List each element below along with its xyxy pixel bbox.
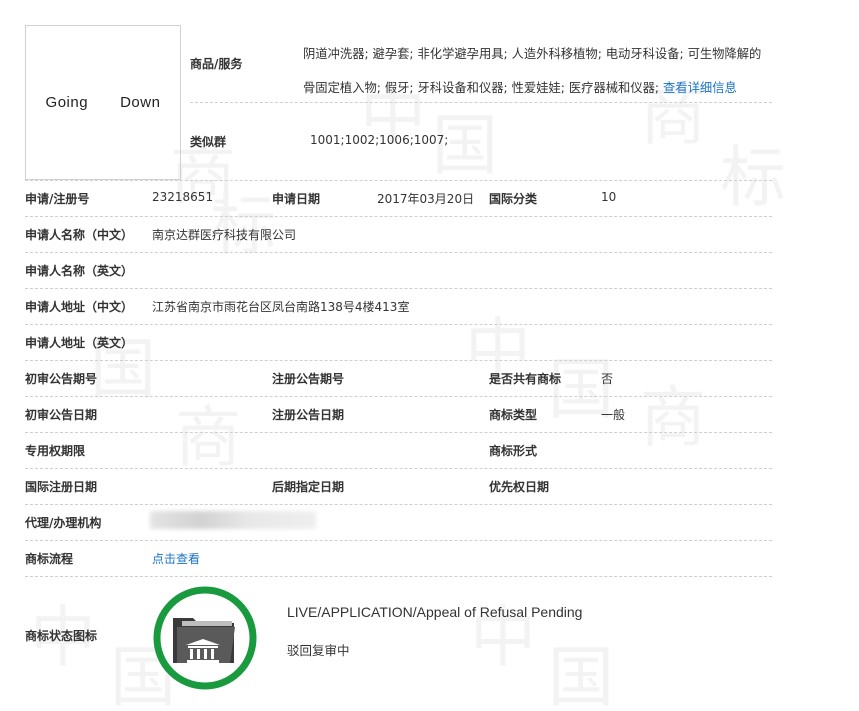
reg-pub-no-label: 注册公告期号: [272, 372, 345, 386]
divider: [25, 216, 772, 217]
reg-pub-date-label: 注册公告日期: [272, 408, 345, 422]
wm-char: 标: [720, 139, 786, 216]
flow-link[interactable]: 点击查看: [152, 550, 200, 567]
shared-label: 是否共有商标: [489, 372, 562, 386]
divider: [25, 252, 772, 253]
divider: [25, 432, 772, 433]
agent-value-redacted: [150, 511, 316, 529]
divider: [25, 396, 772, 397]
trademark-image: Going Down: [25, 25, 181, 180]
applicant-cn-value: 南京达群医疗科技有限公司: [152, 228, 297, 242]
divider: [25, 324, 772, 325]
address-cn-label: 申请人地址（中文）: [25, 300, 134, 314]
wm-char: 国: [548, 639, 614, 711]
prelim-pub-no-label: 初审公告期号: [25, 372, 98, 386]
divider: [25, 576, 772, 577]
status-label: 商标状态图标: [25, 629, 98, 643]
applicant-cn-label: 申请人名称（中文）: [25, 228, 134, 242]
status-cn-text: 驳回复审中: [287, 643, 350, 658]
shared-value: 否: [601, 372, 614, 386]
similar-group-label: 类似群: [190, 135, 227, 149]
reg-no-value: 23218651: [152, 190, 214, 204]
intl-class-value: 10: [601, 190, 617, 204]
divider: [25, 468, 772, 469]
intl-class-label: 国际分类: [489, 192, 538, 206]
status-en-text: LIVE/APPLICATION/Appeal of Refusal Pendi…: [287, 604, 583, 620]
goods-value: 阴道冲洗器; 避孕套; 非化学避孕用具; 人造外科移植物; 电动牙科设备; 可生…: [303, 37, 773, 105]
reg-no-label: 申请/注册号: [25, 192, 90, 206]
divider: [190, 102, 772, 103]
apply-date-label: 申请日期: [272, 192, 321, 206]
trademark-image-text: Going Down: [45, 94, 161, 111]
goods-detail-link[interactable]: 查看详细信息: [663, 81, 737, 95]
applicant-en-label: 申请人名称（英文）: [25, 264, 134, 278]
goods-label: 商品/服务: [190, 57, 243, 71]
priority-date-label: 优先权日期: [489, 480, 550, 494]
flow-label: 商标流程: [25, 552, 74, 566]
divider: [25, 288, 772, 289]
wm-char: 商: [640, 379, 706, 456]
prelim-pub-date-label: 初审公告日期: [25, 408, 98, 422]
tm-type-label: 商标类型: [489, 408, 538, 422]
tm-form-label: 商标形式: [489, 444, 538, 458]
divider: [25, 180, 772, 181]
similar-group-value: 1001;1002;1006;1007;: [310, 133, 449, 147]
divider: [25, 540, 772, 541]
agent-label: 代理/办理机构: [25, 516, 102, 530]
apply-date-value: 2017年03月20日: [377, 192, 475, 206]
tm-type-value: 一般: [601, 408, 626, 422]
divider: [25, 504, 772, 505]
later-date-label: 后期指定日期: [272, 480, 345, 494]
address-en-label: 申请人地址（英文）: [25, 336, 134, 350]
address-cn-value: 江苏省南京市雨花台区凤台南路138号4楼413室: [152, 300, 410, 314]
folder-courthouse-icon: [153, 586, 257, 690]
intl-reg-date-label: 国际注册日期: [25, 480, 98, 494]
exclusive-term-label: 专用权期限: [25, 444, 86, 458]
wm-char: 商: [175, 399, 241, 476]
divider: [25, 360, 772, 361]
